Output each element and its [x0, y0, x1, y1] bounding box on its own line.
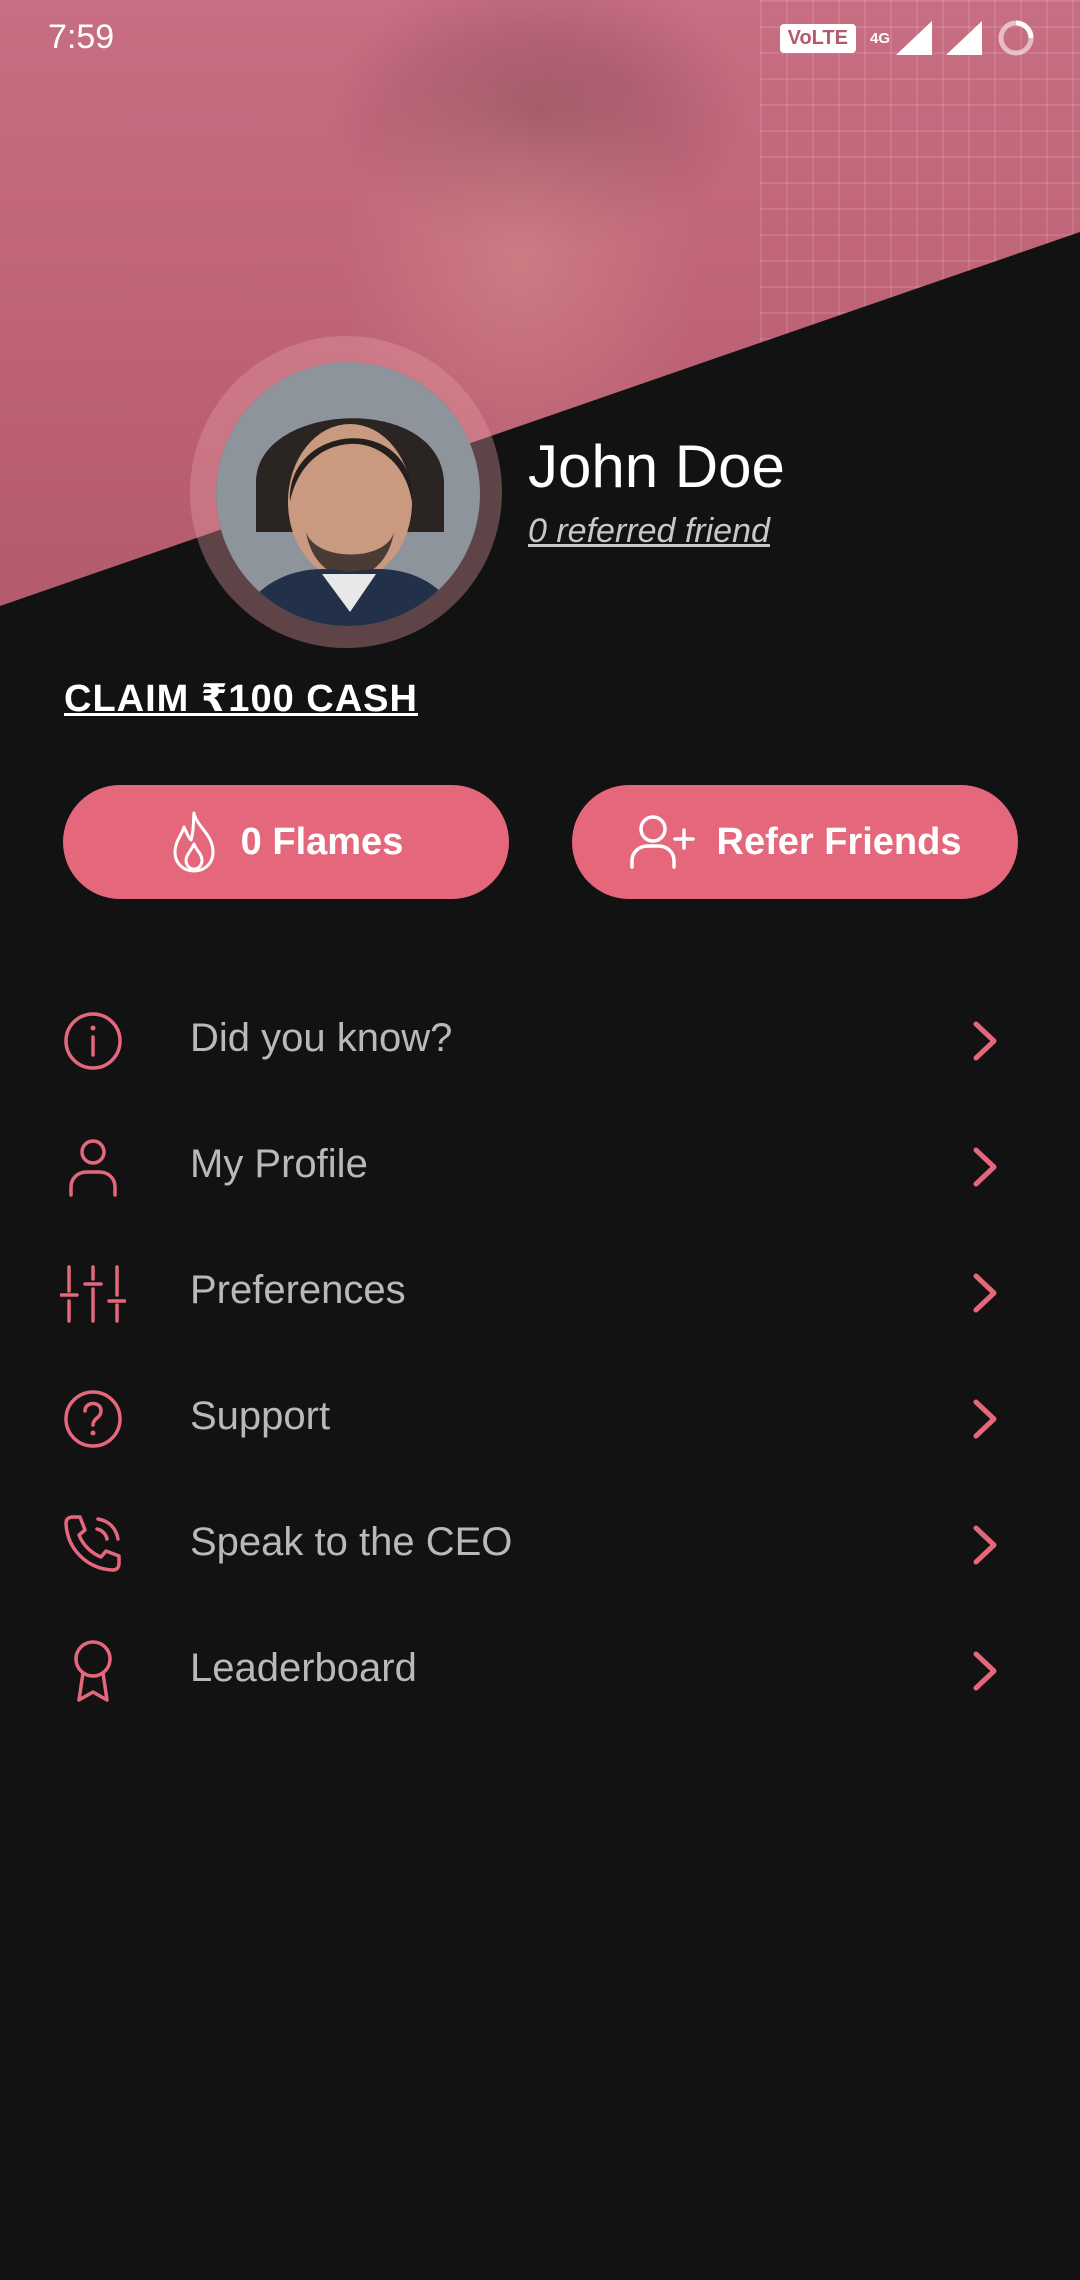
menu-item-leaderboard[interactable]: Leaderboard	[0, 1608, 1080, 1734]
flames-button-label: 0 Flames	[240, 820, 404, 863]
menu-item-label: Support	[190, 1394, 331, 1438]
user-icon	[69, 1139, 117, 1197]
sliders-icon	[60, 1265, 126, 1323]
menu-item-label: Speak to the CEO	[190, 1520, 513, 1564]
chevron-right-icon	[973, 1021, 997, 1061]
menu-item-preferences[interactable]: Preferences	[0, 1230, 1080, 1356]
menu-item-speak-to-ceo[interactable]: Speak to the CEO	[0, 1482, 1080, 1608]
user-name: John Doe	[528, 433, 785, 500]
info-icon	[64, 1012, 122, 1070]
avatar[interactable]	[216, 362, 480, 626]
status-icons: VoLTE 4G	[779, 18, 1036, 58]
menu-item-support[interactable]: Support	[0, 1356, 1080, 1482]
menu-item-my-profile[interactable]: My Profile	[0, 1104, 1080, 1230]
referred-friends-link[interactable]: 0 referred friend	[528, 512, 770, 551]
claim-cash-link[interactable]: CLAIM ₹100 CASH	[64, 676, 418, 721]
signal-icon-2	[946, 21, 982, 55]
status-bar: 7:59 VoLTE 4G	[0, 0, 1080, 80]
signal-icon	[896, 21, 932, 55]
menu-item-label: Preferences	[190, 1268, 406, 1312]
user-plus-icon	[629, 815, 695, 869]
refer-friends-label: Refer Friends	[716, 820, 962, 863]
volte-badge: VoLTE	[779, 23, 856, 53]
help-circle-icon	[64, 1390, 122, 1448]
status-time: 7:59	[48, 18, 115, 56]
flame-icon	[173, 811, 215, 873]
chevron-right-icon	[973, 1651, 997, 1691]
avatar-image	[216, 362, 480, 626]
flames-button[interactable]: 0 Flames	[63, 785, 509, 899]
phone-call-icon	[64, 1515, 121, 1572]
loading-icon	[998, 20, 1034, 56]
network-type: 4G	[869, 29, 890, 47]
chevron-right-icon	[973, 1273, 997, 1313]
chevron-right-icon	[973, 1147, 997, 1187]
menu-item-label: My Profile	[190, 1142, 368, 1186]
refer-friends-button[interactable]: Refer Friends	[572, 785, 1018, 899]
menu-item-did-you-know[interactable]: Did you know?	[0, 978, 1080, 1104]
chevron-right-icon	[973, 1399, 997, 1439]
menu-item-label: Did you know?	[190, 1016, 453, 1060]
chevron-right-icon	[973, 1525, 997, 1565]
award-icon	[74, 1640, 112, 1702]
menu-item-label: Leaderboard	[190, 1646, 417, 1690]
